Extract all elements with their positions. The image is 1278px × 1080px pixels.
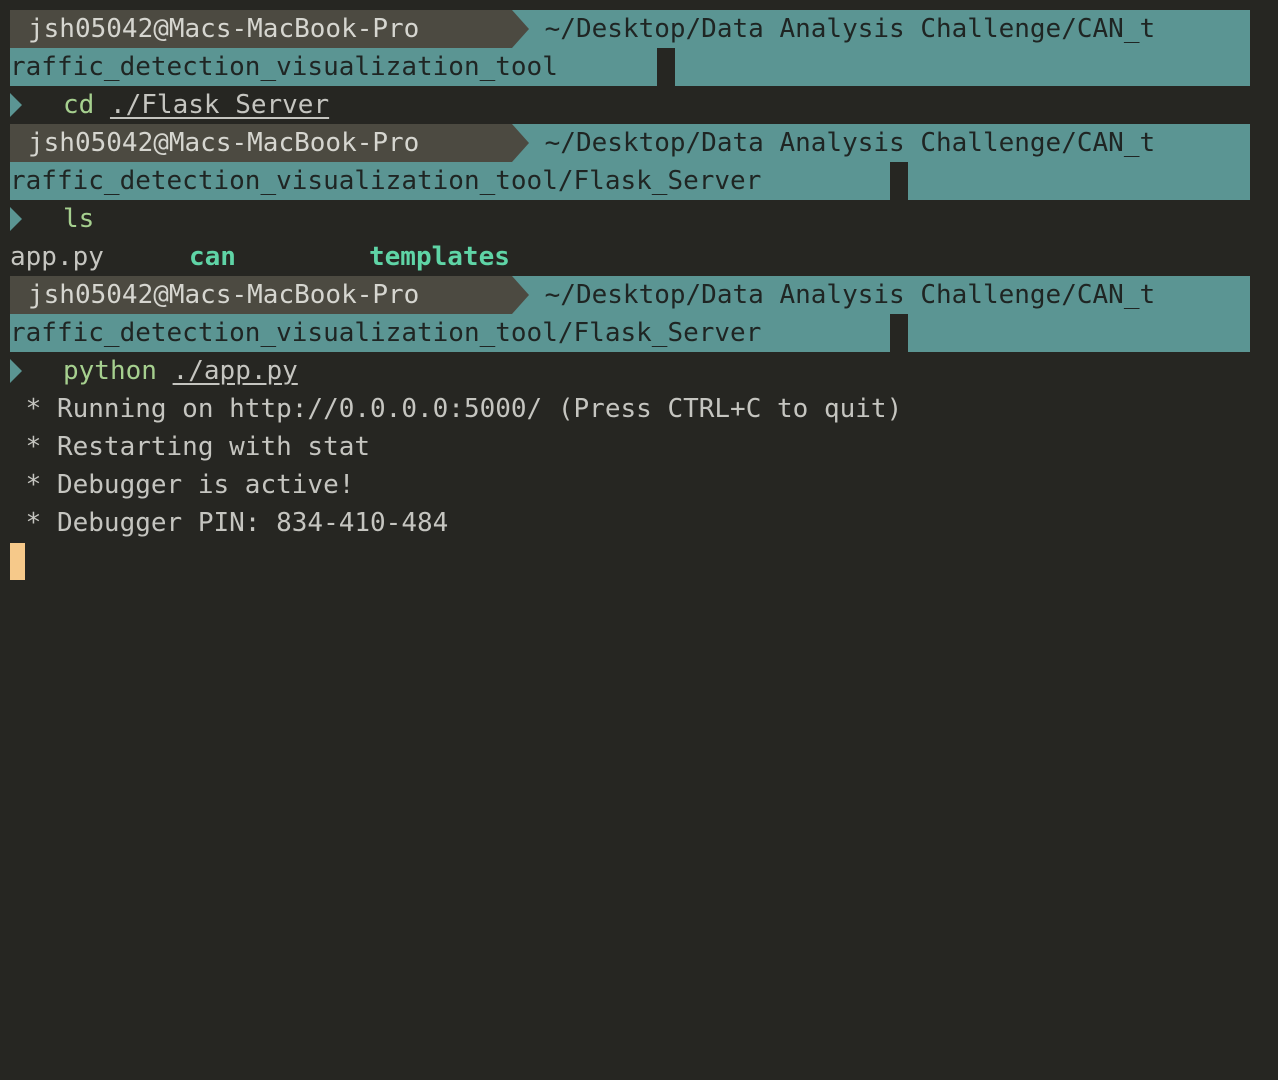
command-line: ls [63, 200, 94, 238]
command-line: python ./app.py [63, 352, 298, 390]
prompt-separator-icon [512, 124, 529, 162]
command-line: cd ./Flask_Server [63, 86, 329, 124]
command-arg: ./app.py [172, 356, 298, 386]
prompt-path-line2: raffic_detection_visualization_tool/Flas… [10, 166, 762, 196]
prompt-end-icon [640, 48, 657, 86]
prompt-end-icon [873, 162, 890, 200]
prompt-separator-icon [512, 276, 529, 314]
chevron-right-icon [10, 359, 22, 383]
command-name: cd [63, 90, 95, 120]
prompt-path-line1: ~/Desktop/Data Analysis Challenge/CAN_t [529, 14, 1156, 44]
ls-file: app.py [10, 242, 104, 272]
chevron-right-icon [10, 93, 22, 117]
terminal-window[interactable]: jsh05042@Macs-MacBook-Pro ~/Desktop/Data… [0, 0, 1278, 612]
output-line: * Debugger is active! [10, 470, 355, 500]
prompt-user-host: jsh05042@Macs-MacBook-Pro [10, 10, 512, 48]
command-arg: ./Flask_Server [109, 90, 330, 120]
text-cursor[interactable] [10, 543, 25, 580]
prompt-path-line2: raffic_detection_visualization_tool/Flas… [10, 318, 762, 348]
prompt-end-icon [873, 314, 890, 352]
prompt-block: jsh05042@Macs-MacBook-Pro ~/Desktop/Data… [10, 10, 1250, 86]
chevron-right-icon [10, 207, 22, 231]
prompt-path-line1: ~/Desktop/Data Analysis Challenge/CAN_t [529, 280, 1156, 310]
prompt-user-host: jsh05042@Macs-MacBook-Pro [10, 276, 512, 314]
command-name: ls [63, 204, 95, 234]
prompt-block: jsh05042@Macs-MacBook-Pro ~/Desktop/Data… [10, 124, 1250, 200]
output-line: * Running on http://0.0.0.0:5000/ (Press… [10, 394, 903, 424]
output-line: * Restarting with stat [10, 432, 371, 462]
output-line: * Debugger PIN: 834-410-484 [10, 508, 449, 538]
command-name: python [63, 356, 157, 386]
ls-dir: templates [369, 242, 510, 272]
prompt-user-host: jsh05042@Macs-MacBook-Pro [10, 124, 512, 162]
prompt-separator-icon [512, 10, 529, 48]
prompt-block: jsh05042@Macs-MacBook-Pro ~/Desktop/Data… [10, 276, 1250, 352]
prompt-path-line2: raffic_detection_visualization_tool [10, 52, 558, 82]
ls-dir: can [189, 242, 236, 272]
prompt-path-line1: ~/Desktop/Data Analysis Challenge/CAN_t [529, 128, 1156, 158]
